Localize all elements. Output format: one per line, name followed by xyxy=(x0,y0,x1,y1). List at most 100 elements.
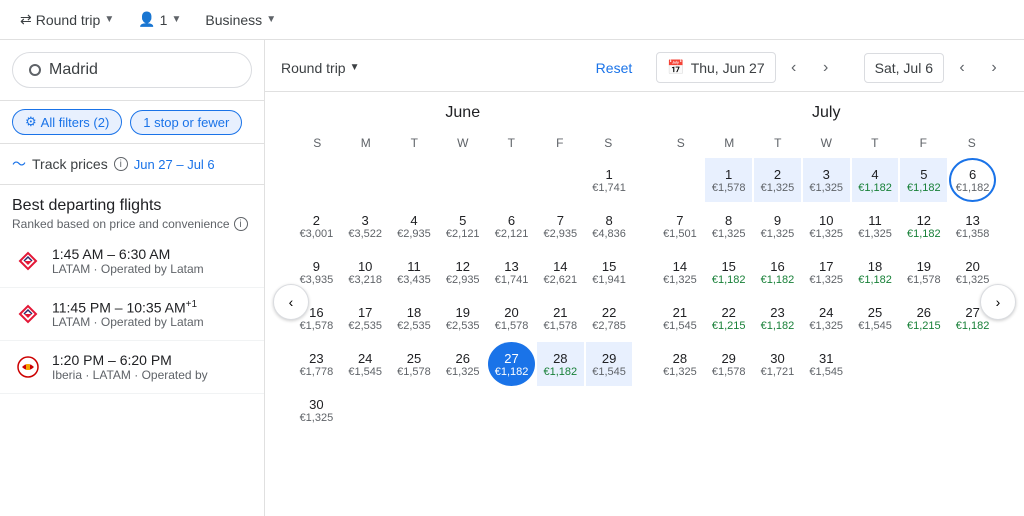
calendar-day[interactable]: 30 €1,721 xyxy=(754,342,801,386)
calendar-day[interactable]: 6 €1,182 xyxy=(949,158,996,202)
passengers-chevron: ▼ xyxy=(171,14,181,25)
calendar-day[interactable]: 2 €3,001 xyxy=(293,204,340,248)
calendar-day[interactable]: 25 €1,545 xyxy=(852,296,899,340)
calendar-day[interactable]: 23 €1,778 xyxy=(293,342,340,386)
calendar-day[interactable]: 24 €1,325 xyxy=(803,296,850,340)
trip-type-selector[interactable]: ⇄ Round trip ▼ xyxy=(12,7,122,32)
calendar-day[interactable]: 5 €1,182 xyxy=(900,158,947,202)
calendar-day[interactable]: 26 €1,325 xyxy=(439,342,486,386)
track-prices-info-icon[interactable]: i xyxy=(114,157,128,171)
calendar-day[interactable]: 27 €1,182 xyxy=(488,342,535,386)
day-number: 18 xyxy=(868,259,882,274)
day-price: €3,218 xyxy=(348,274,382,286)
calendar-day[interactable]: 24 €1,545 xyxy=(342,342,389,386)
calendar-day[interactable]: 18 €1,182 xyxy=(852,250,899,294)
calendar-day[interactable]: 21 €1,578 xyxy=(537,296,584,340)
calendar-day[interactable]: 18 €2,535 xyxy=(391,296,438,340)
calendar-day[interactable]: 11 €3,435 xyxy=(391,250,438,294)
flight-item[interactable]: 1:20 PM – 6:20 PM Iberia · LATAM · Opera… xyxy=(0,341,264,394)
calendar-day[interactable]: 1 €1,741 xyxy=(586,158,633,202)
calendar-day[interactable]: 3 €3,522 xyxy=(342,204,389,248)
calendar-day[interactable]: 6 €2,121 xyxy=(488,204,535,248)
passengers-selector[interactable]: 👤 1 ▼ xyxy=(130,7,189,32)
calendar-day[interactable]: 7 €2,935 xyxy=(537,204,584,248)
calendar-day[interactable]: 14 €2,621 xyxy=(537,250,584,294)
calendar-day[interactable]: 15 €1,941 xyxy=(586,250,633,294)
calendar-day[interactable]: 8 €1,325 xyxy=(705,204,752,248)
day-price: €1,325 xyxy=(858,228,892,240)
round-trip-icon: ⇄ xyxy=(20,11,32,28)
calendar-day[interactable]: 29 €1,578 xyxy=(705,342,752,386)
day-price: €1,578 xyxy=(907,274,941,286)
calendar-day[interactable]: 3 €1,325 xyxy=(803,158,850,202)
day-price: €1,182 xyxy=(907,228,941,240)
class-selector[interactable]: Business ▼ xyxy=(197,8,284,32)
calendar-day[interactable]: 17 €1,325 xyxy=(803,250,850,294)
best-flights-info-icon[interactable]: i xyxy=(234,217,248,231)
calendar-prev-arrow[interactable]: ‹ xyxy=(273,284,309,320)
calendar-day[interactable]: 30 €1,325 xyxy=(293,388,340,432)
flight-item[interactable]: 11:45 PM – 10:35 AM+1 LATAM · Operated b… xyxy=(0,288,264,341)
calendar-trip-type[interactable]: Round trip ▼ xyxy=(281,60,360,76)
calendar-day[interactable]: 8 €4,836 xyxy=(586,204,633,248)
calendar-day[interactable]: 12 €2,935 xyxy=(439,250,486,294)
calendar-day[interactable]: 28 €1,182 xyxy=(537,342,584,386)
return-prev-button[interactable]: ‹ xyxy=(948,54,976,82)
calendar-day[interactable]: 20 €1,578 xyxy=(488,296,535,340)
day-number: 20 xyxy=(965,259,979,274)
calendar-day[interactable]: 25 €1,578 xyxy=(391,342,438,386)
calendar-day[interactable]: 5 €2,121 xyxy=(439,204,486,248)
calendar-day[interactable]: 16 €1,182 xyxy=(754,250,801,294)
return-next-button[interactable]: › xyxy=(980,54,1008,82)
calendar-day[interactable]: 10 €3,218 xyxy=(342,250,389,294)
calendar-day[interactable]: 21 €1,545 xyxy=(657,296,704,340)
calendar-day[interactable]: 12 €1,182 xyxy=(900,204,947,248)
flight-item[interactable]: 1:45 AM – 6:30 AM LATAM · Operated by La… xyxy=(0,235,264,288)
calendar-next-arrow[interactable]: › xyxy=(980,284,1016,320)
calendar-day[interactable]: 11 €1,325 xyxy=(852,204,899,248)
day-price: €1,325 xyxy=(809,182,843,194)
stop-filter-button[interactable]: 1 stop or fewer xyxy=(130,110,242,135)
return-date-nav: Sat, Jul 6 ‹ › xyxy=(864,53,1008,83)
calendar-day[interactable]: 22 €1,215 xyxy=(705,296,752,340)
reset-button[interactable]: Reset xyxy=(596,60,633,76)
calendar-day[interactable]: 4 €1,182 xyxy=(852,158,899,202)
calendar-day[interactable]: 29 €1,545 xyxy=(586,342,633,386)
calendar-day[interactable]: 23 €1,182 xyxy=(754,296,801,340)
day-price: €1,501 xyxy=(663,228,697,240)
calendar-month-title: June xyxy=(293,104,633,122)
calendar-day[interactable]: 19 €1,578 xyxy=(900,250,947,294)
calendar-day[interactable]: 1 €1,578 xyxy=(705,158,752,202)
calendar-day[interactable]: 4 €2,935 xyxy=(391,204,438,248)
depart-prev-button[interactable]: ‹ xyxy=(780,54,808,82)
calendar-day[interactable]: 7 €1,501 xyxy=(657,204,704,248)
flight-list: 1:45 AM – 6:30 AM LATAM · Operated by La… xyxy=(0,235,264,516)
depart-next-button[interactable]: › xyxy=(812,54,840,82)
calendar-day[interactable]: 2 €1,325 xyxy=(754,158,801,202)
calendar-june: June SMTWTFS 1 €1,741 2 €3,001 3 €3,522 4… xyxy=(281,92,645,444)
calendar-day[interactable]: 22 €2,785 xyxy=(586,296,633,340)
day-header: F xyxy=(536,132,585,154)
depart-date-display[interactable]: 📅 Thu, Jun 27 xyxy=(656,52,775,83)
flight-airline: Iberia · LATAM · Operated by xyxy=(52,368,252,382)
calendar-day[interactable]: 15 €1,182 xyxy=(705,250,752,294)
return-date-display[interactable]: Sat, Jul 6 xyxy=(864,53,944,83)
day-number: 9 xyxy=(313,259,320,274)
destination-input[interactable]: Madrid xyxy=(12,52,252,88)
day-number: 19 xyxy=(917,259,931,274)
calendar-day[interactable]: 10 €1,325 xyxy=(803,204,850,248)
calendar-day[interactable]: 17 €2,535 xyxy=(342,296,389,340)
day-headers: SMTWTFS xyxy=(293,132,633,154)
calendar-day[interactable]: 9 €1,325 xyxy=(754,204,801,248)
all-filters-button[interactable]: ⚙ All filters (2) xyxy=(12,109,122,135)
calendar-day[interactable]: 13 €1,358 xyxy=(949,204,996,248)
calendar-day[interactable]: 26 €1,215 xyxy=(900,296,947,340)
calendar-day[interactable]: 28 €1,325 xyxy=(657,342,704,386)
calendar-day[interactable]: 14 €1,325 xyxy=(657,250,704,294)
calendar-day[interactable]: 19 €2,535 xyxy=(439,296,486,340)
flight-details: 1:45 AM – 6:30 AM LATAM · Operated by La… xyxy=(52,246,252,276)
calendar-day[interactable]: 31 €1,545 xyxy=(803,342,850,386)
calendar-day[interactable]: 13 €1,741 xyxy=(488,250,535,294)
flight-time: 1:45 AM – 6:30 AM xyxy=(52,246,252,262)
search-bar: Madrid xyxy=(0,40,264,101)
